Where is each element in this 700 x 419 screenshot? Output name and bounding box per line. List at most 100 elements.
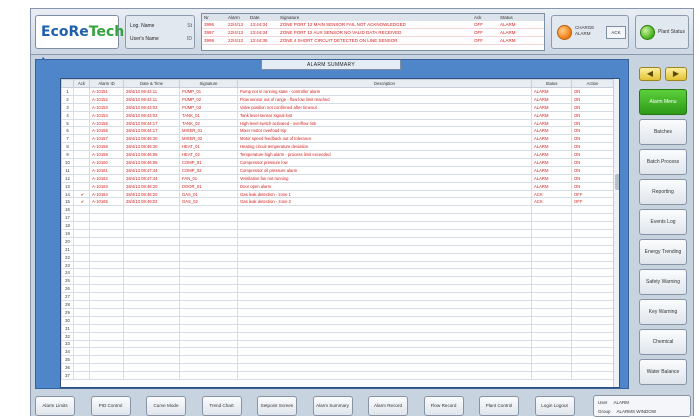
table-row[interactable]: 12 A-10162 28/4/13 08:47:44 FAN_01 Ventilati… [61,173,614,183]
empty-cell [73,292,90,302]
row-index: 17 [61,213,74,223]
empty-cell [179,355,238,365]
empty-cell [531,221,572,231]
col-header-action[interactable]: Action [571,79,614,88]
toolbar-button-setpoint-screen[interactable]: Setpoint Screen [257,396,297,416]
empty-cell [571,252,614,262]
alarm-strip-row[interactable]: 3996 22/4/13 13:44:34 ZONE PORT 12 MAIN SEN… [202,21,544,29]
menu-button-events-log[interactable]: Events Log [639,209,687,235]
bottom-status-panel: User ALARM Group ALARMS WINDOW [593,395,691,417]
empty-cell [89,339,124,349]
empty-cell [571,347,614,357]
table-row[interactable]: 1 A-10151 28/4/13 08:42:11 PUMP_01 Pump not … [61,87,614,96]
table-row[interactable]: 6 A-10156 28/4/13 08:44:17 MIXER_01 Mixer mo… [61,126,614,136]
toolbar-button-login-logout[interactable]: Login Logout [534,396,575,416]
menu-button-batches[interactable]: Batches [639,119,687,145]
cell-ack [73,158,90,167]
col-header-alarm-id[interactable]: Alarm ID [89,79,124,88]
toolbar-button-alarm-limits[interactable]: Alarm Limits [35,396,75,416]
status-group-value: ALARMS WINDOW [616,409,657,414]
menu-button-key-warning[interactable]: Key Warning [639,299,687,325]
empty-cell [73,355,90,365]
cell-time: 28/4/13 08:49:02 [123,197,180,207]
empty-cell [531,300,572,309]
acknowledge-button[interactable]: ACK [606,26,626,39]
menu-button-reporting[interactable]: Reporting [639,179,687,205]
empty-cell [89,300,124,309]
row-index: 3 [61,102,74,112]
toolbar-button-curve-mode[interactable]: Curve Mode [146,396,186,416]
empty-cell [123,244,180,254]
table-row-empty: 25 [61,276,614,286]
alarm-strip-cell-date: 13:44:34 [250,30,268,35]
cell-desc: Pump not in running state - controller a… [237,87,532,96]
row-index: 10 [61,158,74,167]
cell-status: ALARM [531,181,572,191]
toolbar-button-flow-record[interactable]: Flow Record [423,396,464,416]
toolbar-button-alarm-summary[interactable]: Alarm Summary [312,396,353,416]
empty-cell [73,221,90,231]
menu-button-alarm-menu[interactable]: Alarm Menu [639,89,687,115]
menu-button-chemical[interactable]: Chemical [639,329,687,355]
plant-status-indicator[interactable]: Plant Status [635,15,689,49]
toolbar-button-alarm-record[interactable]: Alarm Record [368,396,408,416]
table-row[interactable]: 15 ✔ A-10165 28/4/13 08:49:02 GAS_02 Gas leak… [61,197,614,207]
cell-sig: DOOR_01 [179,181,238,191]
cell-sig: TANK_02 [179,118,238,128]
table-row[interactable]: 2 A-10152 28/4/13 08:42:11 PUMP_02 Flow sens… [61,94,614,104]
table-scrollbar[interactable] [613,79,619,387]
col-header-signature[interactable]: Signature [179,79,238,88]
alarm-strip-row[interactable]: 3997 22/4/13 13:44:34 ZONE PORT 12 AUX SENS… [202,29,544,37]
menu-button-water-balance[interactable]: Water Balance [639,359,687,385]
table-row[interactable]: 9 A-10159 28/4/13 08:46:05 HEAT_02 Temperatu… [61,150,614,160]
empty-cell [571,260,614,270]
table-row[interactable]: 14 ✔ A-10164 28/4/13 08:48:20 GAS_01 Gas leak… [61,189,614,199]
empty-cell [531,292,572,302]
alarm-strip-cell-alarm: 22/4/13 [228,22,244,27]
alarm-strip-cell-status: ALARM [500,30,516,35]
col-header-date[interactable]: Date & Time [123,79,180,88]
toolbar-button-pid-control[interactable]: PID Control [90,396,131,416]
empty-cell [531,363,572,373]
toolbar-button-plant-control[interactable]: Plant Control [479,396,519,416]
table-row[interactable]: 13 A-10163 28/4/13 08:48:20 DOOR_01 Door ope… [61,181,614,191]
cell-sig: HEAT_01 [179,142,238,152]
empty-cell [73,268,90,278]
col-header-description[interactable]: Description [237,79,532,88]
table-row[interactable]: 5 A-10155 28/4/13 08:44:17 TANK_02 High leve… [61,118,614,128]
col-header-ack[interactable]: Ack [73,79,90,88]
col-header-status[interactable]: Status [531,79,572,88]
table-row[interactable]: 4 A-10154 28/4/13 08:43:02 TANK_01 Tank leve… [61,110,614,120]
alarm-strip-row[interactable]: 3998 22/4/13 13:44:35 ZONE 4 SHORT CIRCUIT … [202,37,544,45]
empty-cell [89,260,124,270]
scrollbar-thumb[interactable] [615,174,619,190]
menu-button-batch-process[interactable]: Batch Process [639,149,687,175]
arrow-left-icon[interactable]: ◀ [639,67,661,81]
cell-time: 28/4/13 08:42:11 [123,94,180,104]
alarm-indicator-text: CHARGE ALARM [575,25,595,36]
empty-cell [531,315,572,325]
arrow-right-icon[interactable]: ▶ [665,67,687,81]
menu-button-safety-warning[interactable]: Safety Warning [639,269,687,295]
empty-cell [531,268,572,278]
toolbar-button-trend-chart[interactable]: Trend Chart [201,396,242,416]
table-row[interactable]: 8 A-10158 28/4/13 08:45:30 HEAT_01 Heating c… [61,142,614,152]
empty-cell [179,260,238,270]
cell-time: 28/4/13 08:44:17 [123,126,180,136]
table-row[interactable]: 7 A-10157 28/4/13 08:45:30 MIXER_02 Motor sp… [61,134,614,144]
table-row[interactable]: 3 A-10153 28/4/13 08:43:02 PUMP_03 Valve pos… [61,102,614,112]
menu-button-energy-trending[interactable]: Energy Trending [639,239,687,265]
empty-cell [531,284,572,294]
empty-cell [237,244,532,254]
table-row[interactable]: 11 A-10161 28/4/13 08:47:44 COMP_02 Compress… [61,165,614,175]
cell-desc: Ventilation fan not running [237,173,532,183]
active-alarm-list[interactable]: Nr Alarm Date Signature Ack Status 3996 2… [201,13,545,51]
empty-cell [179,236,238,246]
cell-ack [73,181,90,191]
table-row-empty: 34 [61,347,614,357]
alarm-summary-panel: ALARM SUMMARY Ack Alarm ID Date & Time S… [35,59,629,389]
alarm-indicator[interactable]: CHARGE ALARM ACK [551,15,629,49]
empty-cell [179,300,238,309]
table-row[interactable]: 10 A-10160 28/4/13 08:46:05 COMP_01 Compress… [61,158,614,167]
empty-cell [123,260,180,270]
